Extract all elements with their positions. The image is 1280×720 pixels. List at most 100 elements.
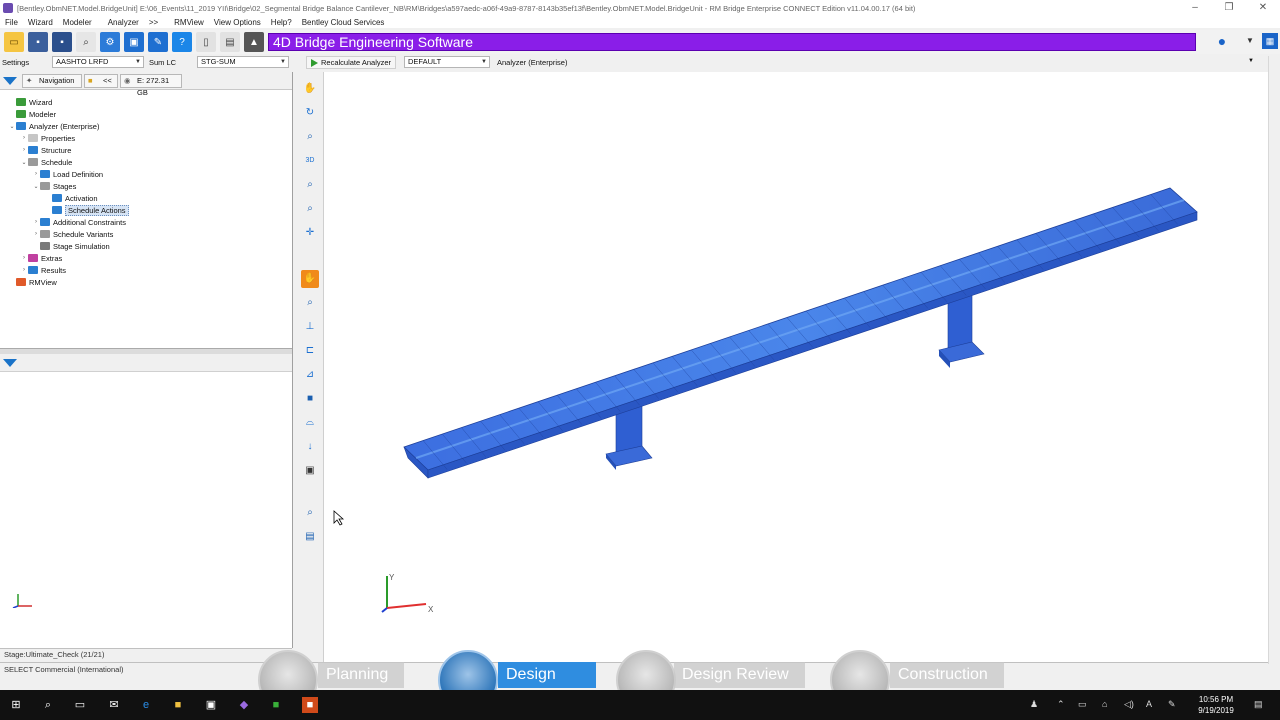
phase-construction[interactable]: Construction — [890, 662, 1004, 688]
task-view-icon[interactable]: ▭ — [72, 697, 88, 713]
tree-item[interactable]: › Extras — [0, 252, 292, 264]
mail-icon[interactable]: ✉ — [106, 697, 122, 713]
element-icon[interactable]: ⊏ — [301, 342, 319, 360]
windows-start-icon[interactable]: ⊞ — [8, 697, 24, 713]
tree-item[interactable]: ⌄ Analyzer (Enterprise) — [0, 120, 292, 132]
tree-expander-icon[interactable]: ⌄ — [8, 123, 16, 130]
store-icon[interactable]: ▣ — [203, 697, 219, 713]
phase-design-review[interactable]: Design Review — [674, 662, 805, 688]
save-icon[interactable]: ▪ — [28, 32, 48, 52]
render-icon[interactable]: ■ — [301, 390, 319, 408]
collapse-icon[interactable] — [3, 77, 17, 85]
help-icon[interactable]: ? — [172, 32, 192, 52]
vertical-scrollbar[interactable] — [1268, 56, 1280, 664]
tab-navigation[interactable]: ✦ Navigation — [22, 74, 82, 88]
tree-item[interactable]: Schedule Actions — [0, 204, 292, 216]
preview-icon[interactable]: ⌕ — [76, 32, 96, 52]
menu-file[interactable]: File — [5, 18, 18, 27]
default-select[interactable]: DEFAULT — [404, 56, 490, 68]
clock[interactable]: 10:56 PM 9/19/2019 — [1190, 694, 1242, 716]
app-green-icon[interactable]: ■ — [268, 697, 284, 713]
tree-item[interactable]: › Additional Constraints — [0, 216, 292, 228]
tree-item[interactable]: Wizard — [0, 96, 292, 108]
bridge-model[interactable]: Y X — [324, 72, 1269, 662]
action-center-icon[interactable]: ▤ — [1254, 699, 1263, 710]
document-icon[interactable]: ▯ — [196, 32, 216, 52]
tree-item[interactable]: Modeler — [0, 108, 292, 120]
close-button[interactable]: ✕ — [1246, 0, 1280, 16]
save-view-icon[interactable]: ▣ — [301, 462, 319, 480]
stage-select[interactable]: STG-SUM — [197, 56, 289, 68]
node-view-icon[interactable]: ⊿ — [301, 366, 319, 384]
app-orange-icon[interactable]: ■ — [302, 697, 318, 713]
bridge-deck[interactable] — [403, 187, 1198, 479]
tree-item[interactable]: ⌄ Stages — [0, 180, 292, 192]
phase-planning[interactable]: Planning — [318, 662, 405, 688]
tree-expander-icon[interactable]: ⌄ — [32, 183, 40, 190]
notification-icon[interactable]: ✎ — [1168, 699, 1176, 710]
menu-wizard[interactable]: Wizard — [28, 18, 53, 27]
tree-expander-icon[interactable]: › — [32, 219, 40, 225]
network-icon[interactable]: ⌂ — [1102, 699, 1107, 709]
people-icon[interactable]: ▦ — [1262, 33, 1278, 49]
design-code-select[interactable]: AASHTO LRFD — [52, 56, 144, 68]
layout-icon[interactable]: ▤ — [220, 32, 240, 52]
zoom-extents-icon[interactable]: ⌕ — [301, 200, 319, 218]
menu-modeler[interactable]: Modeler — [63, 18, 92, 27]
car-load-icon[interactable]: ⌓ — [301, 414, 319, 432]
learn-icon[interactable]: ▲ — [244, 32, 264, 52]
tree-item[interactable]: › Structure — [0, 144, 292, 156]
pan-orange-icon[interactable]: ✋ — [301, 270, 319, 288]
table-icon[interactable]: ▤ — [301, 528, 319, 546]
view-3d-icon[interactable]: 3D — [301, 152, 319, 170]
zoom-print-icon[interactable]: ⌕ — [301, 504, 319, 522]
recalculate-button[interactable]: Recalculate Analyzer — [306, 56, 397, 69]
tree-item[interactable]: Stage Simulation — [0, 240, 292, 252]
file-explorer-icon[interactable]: ■ — [170, 697, 186, 713]
people-tray-icon[interactable]: ♟ — [1030, 699, 1038, 710]
back-button[interactable]: ■ << — [84, 74, 118, 88]
minimize-button[interactable]: – — [1178, 0, 1212, 16]
chevron-down-icon[interactable]: ▼ — [1248, 58, 1254, 64]
volume-icon[interactable]: ◁) — [1124, 699, 1134, 710]
tree-expander-icon[interactable]: › — [20, 255, 28, 261]
open-folder-icon[interactable]: ▭ — [4, 32, 24, 52]
menu-more[interactable]: >> — [149, 18, 158, 27]
search-icon[interactable]: ⌕ — [40, 697, 56, 713]
menu-analyzer[interactable]: Analyzer — [108, 18, 139, 27]
edge-icon[interactable]: e — [138, 697, 154, 713]
tree-item[interactable]: › Schedule Variants — [0, 228, 292, 240]
menu-help[interactable]: Help? — [271, 18, 292, 27]
save-as-icon[interactable]: ▪ — [52, 32, 72, 52]
pan-hand-icon[interactable]: ✋ — [301, 80, 319, 98]
rm-bridge-icon[interactable]: ◆ — [236, 697, 252, 713]
tree-item[interactable]: › Results — [0, 264, 292, 276]
center-icon[interactable]: ✛ — [301, 224, 319, 242]
model-viewport[interactable]: Y X — [323, 72, 1268, 662]
collapse-icon[interactable] — [3, 359, 17, 367]
menu-rmview[interactable]: RMView — [174, 18, 204, 27]
report-icon[interactable]: ▣ — [124, 32, 144, 52]
tree-expander-icon[interactable]: › — [20, 147, 28, 153]
tree-item[interactable]: › Load Definition — [0, 168, 292, 180]
rotate-icon[interactable]: ↻ — [301, 104, 319, 122]
maximize-button[interactable]: ❐ — [1212, 0, 1246, 16]
tree-item[interactable]: ⌄ Schedule — [0, 156, 292, 168]
menu-view-options[interactable]: View Options — [214, 18, 261, 27]
phase-design[interactable]: Design — [498, 662, 596, 688]
download-icon[interactable]: ↓ — [301, 438, 319, 456]
zoom-window-icon[interactable]: ⌕ — [301, 176, 319, 194]
chevron-down-icon[interactable]: ▼ — [1246, 36, 1254, 45]
tree-expander-icon[interactable]: › — [32, 231, 40, 237]
tree-expander-icon[interactable]: › — [20, 267, 28, 273]
language-indicator[interactable]: A — [1146, 699, 1152, 709]
menu-bentley-cloud[interactable]: Bentley Cloud Services — [302, 18, 385, 27]
battery-icon[interactable]: ▭ — [1078, 699, 1087, 710]
tree-item[interactable]: RMView — [0, 276, 292, 288]
tree-item[interactable]: Activation — [0, 192, 292, 204]
tree-expander-icon[interactable]: › — [32, 171, 40, 177]
tools-icon[interactable]: ✎ — [148, 32, 168, 52]
user-icon[interactable]: ● — [1212, 33, 1232, 51]
settings-icon[interactable]: ⚙ — [100, 32, 120, 52]
zoom-icon[interactable]: ⌕ — [301, 128, 319, 146]
